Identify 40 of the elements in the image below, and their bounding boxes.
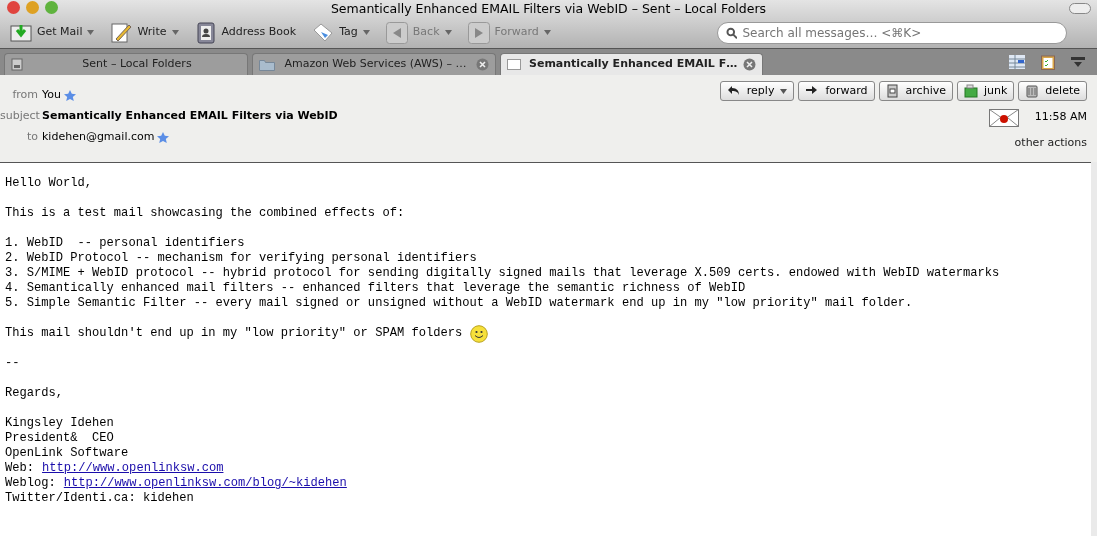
body-line: President& CEO [5, 431, 115, 446]
tab[interactable]: Amazon Web Services (AWS) – … [252, 53, 496, 75]
reply-button[interactable]: reply [719, 81, 795, 101]
body-line: This mail shouldn't end up in my "low priority" or SPAM folders [5, 326, 463, 341]
getmail-button[interactable]: Get Mail [6, 21, 99, 44]
window-title: Semantically Enhanced EMAIL Filters via WebID – Sent – Local Folders [330, 1, 767, 16]
body-line: 4. Semantically enhanced mail filters -- enhanced filters that leverage the semantic richness of WebID [5, 281, 747, 296]
field-label: from [11, 87, 39, 104]
body-line: Regards, [5, 386, 65, 401]
tag-button[interactable]: Tag [308, 21, 374, 44]
archive-button[interactable]: archive [878, 81, 953, 101]
body-link[interactable]: http://www.openlinksw.com [42, 461, 224, 476]
body-line: This is a test mail showcasing the combined effects of: [5, 206, 406, 221]
tab[interactable]: Semantically Enhanced EMAIL F… [500, 53, 764, 75]
body-line: OpenLink Software [5, 446, 130, 461]
body-line: 1. WebID -- personal identifiers [5, 236, 246, 251]
field-label: to [25, 129, 39, 146]
body-line: Hello World, [5, 176, 94, 191]
delete-button[interactable]: delete [1018, 81, 1087, 101]
body-line: Kingsley Idehen [5, 416, 115, 431]
field-value: kidehen@gmail.com [42, 129, 155, 146]
body-line: -- [5, 356, 21, 371]
message-time: 11:58 AM [1034, 109, 1087, 125]
junk-button[interactable]: junk [956, 81, 1015, 101]
body-line: 2. WebID Protocol -- mechanism for verifying personal identifiers [5, 251, 478, 266]
addressbook-button[interactable]: Address Book [190, 21, 301, 44]
forward-button[interactable]: forward [798, 81, 875, 101]
write-button[interactable]: Write [106, 21, 183, 44]
body-link[interactable]: http://www.openlinksw.com/blog/~kidehen [63, 476, 347, 491]
subject-text: Semantically Enhanced EMAIL Filters via WebID [42, 108, 338, 125]
other-actions-link[interactable]: other actions [1014, 135, 1087, 152]
tab[interactable]: Sent – Local Folders [4, 53, 248, 75]
body-line: 5. Simple Semantic Filter -- every mail signed or unsigned without a WebID watermark end up in my "low priority" mail folder. [5, 296, 914, 311]
field-label: subject [0, 108, 41, 125]
body-label: Web: [5, 461, 35, 476]
body-line: Twitter/Identi.ca: kidehen [5, 491, 195, 506]
body-line: 3. S/MIME + WebID protocol -- hybrid protocol for sending digitally signed mails that leverage X.509 certs. endowed with WebID watermarks [5, 266, 1001, 281]
body-label: Weblog: [5, 476, 56, 491]
field-value: You [42, 87, 61, 104]
search-box[interactable]: Search all messages… <⌘K> [717, 21, 1067, 44]
